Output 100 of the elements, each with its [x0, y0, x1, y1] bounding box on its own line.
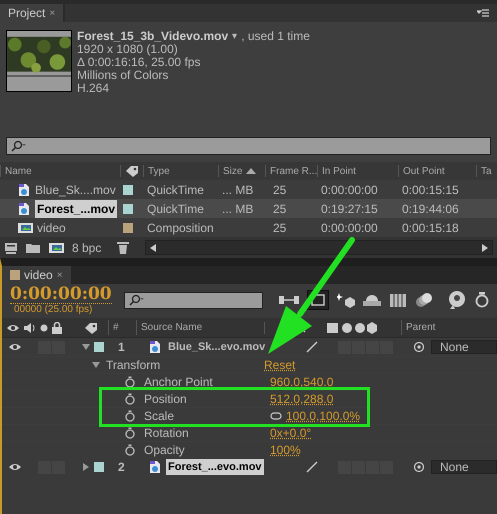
scroll-right-icon[interactable] — [482, 244, 488, 252]
close-button[interactable]: × — [49, 6, 56, 20]
frame-rate-cell: 25 — [273, 220, 286, 234]
property-row[interactable]: Position 512.0,288.0 — [2, 390, 367, 407]
pick-whip-icon[interactable] — [413, 461, 425, 473]
panel-menu-icon[interactable] — [477, 9, 489, 17]
bit-depth-button[interactable]: 8 bpc — [72, 238, 102, 256]
caret-icon[interactable]: ▾ — [232, 30, 238, 43]
file-icon — [148, 340, 162, 354]
stopwatch-icon — [124, 427, 136, 439]
column-header[interactable]: Size — [223, 165, 242, 177]
trash-icon[interactable] — [117, 241, 130, 254]
in-point-cell: 0:00:00:00 — [321, 182, 378, 196]
column-header[interactable]: Name — [5, 165, 32, 177]
layer-name[interactable]: Forest_...evo.mov — [166, 458, 264, 476]
property-row[interactable]: Rotation 0x+0.0° — [2, 424, 497, 441]
usage-text: , used 1 time — [241, 30, 310, 43]
layer-name[interactable]: Blue_Sk...evo.mov — [166, 338, 268, 356]
quality-slash-icon[interactable] — [306, 461, 318, 473]
file-info-text: Millions of Colors — [77, 69, 170, 82]
expanded-triangle-icon — [92, 361, 100, 369]
project-item-row[interactable]: Forest_...mov QuickTime ... MB 25 0:19:27:15 0:19:44:06 — [0, 199, 497, 218]
label-color-swatch[interactable] — [123, 222, 133, 232]
eye-icon — [8, 342, 22, 352]
out-point-cell: 0:00:15:18 — [402, 220, 459, 234]
item-name: Forest_...mov — [35, 200, 118, 218]
horizontal-scrollbar[interactable] — [145, 240, 493, 255]
column-header[interactable]: Parent — [401, 320, 436, 335]
label-color-swatch[interactable] — [123, 184, 133, 194]
collapsed-triangle-icon — [82, 463, 90, 471]
composition-tab[interactable]: video × — [2, 266, 71, 284]
quality-slash-icon[interactable] — [306, 341, 318, 353]
parent-dropdown[interactable]: None — [431, 460, 497, 474]
tag-icon — [125, 165, 139, 177]
node-graph-icon[interactable] — [279, 293, 299, 307]
file-icon — [148, 460, 162, 474]
frame-count: 00000 (25.00 fps) — [13, 304, 94, 316]
solo-dot-icon — [40, 324, 48, 332]
type-cell: QuickTime — [147, 202, 204, 216]
column-header[interactable]: Frame R... — [270, 165, 317, 177]
pick-whip-icon[interactable] — [413, 341, 425, 353]
frame-rate-cell: 25 — [273, 182, 286, 196]
frame-rate-cell: 25 — [273, 202, 286, 216]
item-name: video — [37, 220, 66, 236]
current-timecode[interactable]: 0:00:00:00 — [10, 284, 112, 304]
out-point-cell: 0:00:15:15 — [402, 182, 459, 196]
file-info-text: Δ 0:00:16:16, 25.00 fps — [77, 56, 202, 69]
property-value[interactable]: 100.0,100.0% — [286, 407, 360, 425]
property-name: Anchor Point — [144, 374, 214, 391]
eye-icon — [8, 462, 22, 472]
folder-icon[interactable] — [26, 242, 40, 254]
file-info-text: 1920 x 1080 (1.00) — [77, 43, 179, 56]
close-button[interactable]: × — [56, 268, 63, 282]
constrain-proportions-icon[interactable] — [270, 412, 282, 420]
search-icon — [128, 294, 145, 306]
label-color-swatch[interactable] — [94, 342, 104, 352]
item-name: Blue_Sk....mov — [35, 182, 116, 198]
sparkle-cube-icon[interactable] — [337, 292, 355, 308]
column-header[interactable]: Source Name — [136, 320, 264, 335]
film-strip-icon[interactable] — [389, 292, 407, 308]
property-name: Rotation — [144, 425, 190, 442]
scroll-left-icon[interactable] — [150, 244, 156, 252]
in-point-cell: 0:19:27:15 — [321, 202, 378, 216]
stopwatch-icon — [124, 444, 136, 456]
property-name: Position — [144, 391, 188, 408]
label-color-swatch[interactable] — [123, 204, 133, 214]
property-row[interactable]: Scale 100.0,100.0% — [2, 407, 367, 424]
sort-ascending-icon — [246, 168, 256, 174]
tag-icon — [84, 322, 98, 334]
property-value[interactable]: 512.0,288.0 — [270, 390, 334, 408]
size-cell: ... MB — [222, 202, 254, 216]
label-color-swatch[interactable] — [94, 462, 104, 472]
expanded-triangle-icon — [82, 343, 90, 351]
property-name: Scale — [144, 408, 176, 425]
type-cell: Composition — [147, 220, 214, 234]
stopwatch-icon[interactable] — [475, 292, 489, 308]
property-row[interactable]: Anchor Point 960.0,540.0 — [2, 373, 497, 390]
project-tab[interactable]: Project × — [0, 4, 64, 22]
search-field[interactable] — [6, 137, 491, 155]
column-header[interactable]: In Point — [322, 165, 356, 177]
eye-icon — [6, 322, 20, 332]
parent-dropdown[interactable]: None — [431, 340, 497, 354]
file-info-text: H.264 — [77, 82, 110, 95]
transform-group-label: Transform — [106, 357, 162, 374]
column-header[interactable]: Out Point — [403, 165, 445, 177]
property-name: Opacity — [144, 442, 186, 459]
column-header[interactable]: Type — [148, 165, 170, 177]
search-icon — [11, 140, 27, 152]
reset-link[interactable]: Reset — [264, 356, 296, 374]
property-value[interactable]: 100% — [270, 441, 301, 459]
file-icon — [17, 182, 31, 196]
search-field[interactable] — [124, 292, 263, 308]
column-header[interactable]: # — [108, 320, 136, 335]
property-value[interactable]: 960.0,540.0 — [270, 373, 334, 391]
layer-number: 2 — [118, 459, 126, 476]
out-point-cell: 0:19:44:06 — [402, 202, 459, 216]
column-header[interactable]: Ta — [481, 165, 492, 177]
size-cell: ... MB — [222, 182, 254, 196]
stopwatch-icon — [124, 410, 136, 422]
property-value[interactable]: 0x+0.0° — [270, 424, 312, 442]
